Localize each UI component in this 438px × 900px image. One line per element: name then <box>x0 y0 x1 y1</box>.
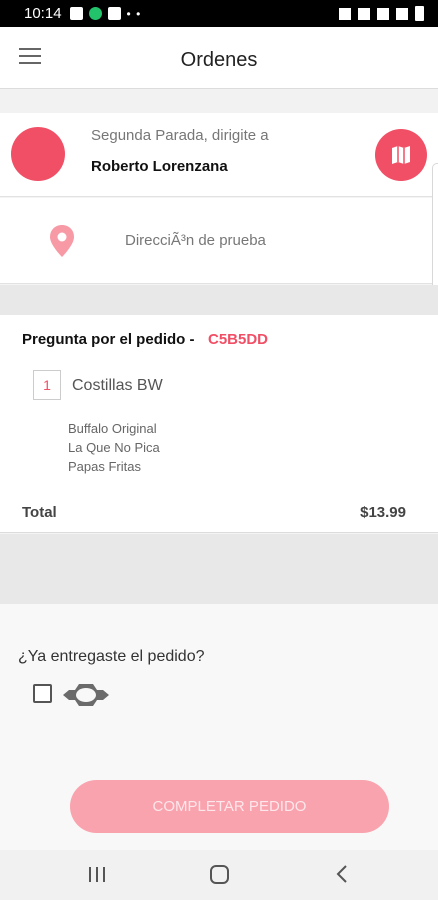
section-divider <box>0 89 438 113</box>
item-modifier: Papas Fritas <box>68 459 141 474</box>
complete-order-button[interactable]: COMPLETAR PEDIDO <box>70 780 389 833</box>
section-divider <box>0 285 438 315</box>
order-label: Pregunta por el pedido - <box>22 331 195 348</box>
item-modifier: Buffalo Original <box>68 421 157 436</box>
map-button[interactable] <box>375 129 427 181</box>
alarm-icon <box>358 7 370 20</box>
page-title: Ordenes <box>180 49 258 71</box>
stop-subtitle: Segunda Parada, dirigite a <box>91 127 269 144</box>
notification-icon <box>69 7 83 20</box>
total-value: $13.99 <box>360 504 406 521</box>
battery-icon <box>415 6 424 21</box>
address-text: DirecciÃ³n de prueba <box>125 232 266 249</box>
more-notifications-icon: • • <box>126 6 142 21</box>
home-button[interactable] <box>210 865 229 884</box>
stop-card: Segunda Parada, dirigite a Roberto Loren… <box>0 113 438 197</box>
recents-button[interactable] <box>89 867 105 882</box>
order-card: Pregunta por el pedido - C5B5DD 1 Costil… <box>0 315 438 533</box>
address-card[interactable]: DirecciÃ³n de prueba <box>0 198 438 284</box>
delivered-checkbox[interactable] <box>33 684 52 703</box>
section-divider <box>0 534 438 604</box>
system-nav-bar <box>0 850 438 900</box>
mute-icon <box>339 7 351 20</box>
status-bar: 10:14 • • <box>0 0 438 27</box>
signal-icon <box>396 7 408 20</box>
total-label: Total <box>22 504 57 521</box>
system-status-icons <box>339 6 424 21</box>
item-quantity: 1 <box>33 370 61 400</box>
order-code: C5B5DD <box>208 331 269 348</box>
wifi-icon <box>377 7 389 20</box>
image-notification-icon <box>107 7 121 20</box>
delivered-question: ¿Ya entregaste el pedido? <box>18 648 205 665</box>
status-time: 10:14 <box>24 5 62 22</box>
item-modifiers: Buffalo Original La Que No Pica Papas Fr… <box>68 419 160 476</box>
chat-notification-icon <box>88 7 102 20</box>
avatar <box>11 127 65 181</box>
map-icon <box>392 146 410 164</box>
location-pin-icon <box>50 225 74 257</box>
hexagon-bolt-icon <box>63 684 109 706</box>
delivery-confirmation: ¿Ya entregaste el pedido? COMPLETAR PEDI… <box>0 604 438 850</box>
back-button[interactable] <box>335 864 349 884</box>
app-bar: Ordenes <box>0 27 438 89</box>
notification-icons: • • <box>69 6 142 21</box>
item-modifier: La Que No Pica <box>68 440 160 455</box>
customer-name: Roberto Lorenzana <box>91 158 228 175</box>
item-name: Costillas BW <box>72 377 163 394</box>
